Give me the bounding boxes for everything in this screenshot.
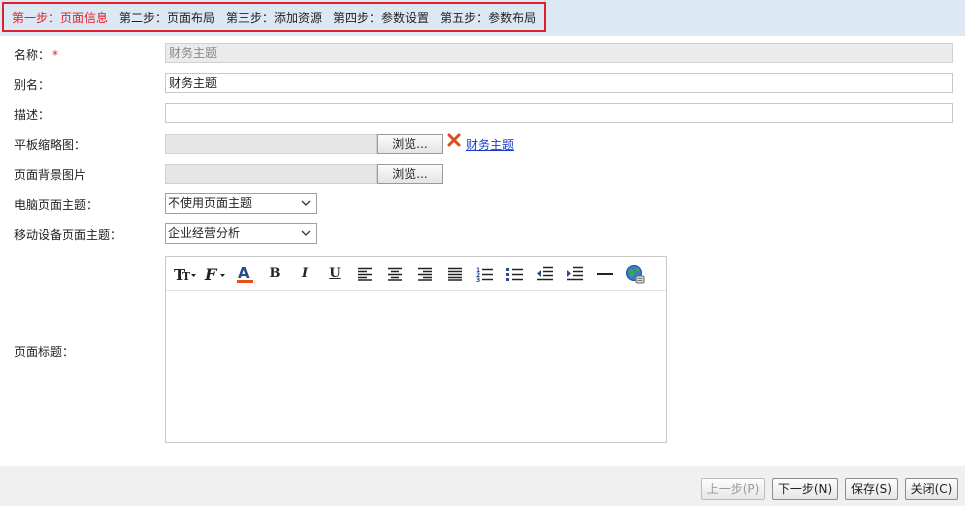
- step-parameter-layout[interactable]: 第五步：参数布局: [440, 9, 536, 26]
- required-mark: *: [52, 48, 59, 62]
- unordered-list-icon[interactable]: [500, 261, 530, 287]
- bold-icon[interactable]: B: [260, 261, 290, 287]
- font-size-icon[interactable]: TT: [170, 261, 200, 287]
- mobile-theme-value: 企业经营分析: [168, 226, 241, 240]
- background-browse-button[interactable]: 浏览...: [377, 164, 443, 184]
- page-title-editor[interactable]: TT F A B I U 123: [165, 256, 667, 443]
- step-parameter-settings[interactable]: 第四步：参数设置: [333, 9, 429, 26]
- save-button[interactable]: 保存(S): [845, 478, 898, 500]
- justify-icon[interactable]: [440, 261, 470, 287]
- page-title-label: 页面标题：: [14, 345, 75, 359]
- name-field: 财务主题: [165, 43, 953, 63]
- font-color-icon[interactable]: A: [230, 261, 260, 287]
- align-right-icon[interactable]: [410, 261, 440, 287]
- thumbnail-file-link[interactable]: 财务主题: [466, 136, 514, 153]
- svg-text:T: T: [182, 270, 191, 283]
- chevron-down-icon: [301, 230, 311, 236]
- description-label: 描述：: [14, 108, 51, 122]
- mobile-theme-select[interactable]: 企业经营分析: [165, 223, 317, 244]
- ordered-list-icon[interactable]: 123: [470, 261, 500, 287]
- svg-text:F: F: [204, 265, 218, 283]
- chevron-down-icon: [301, 200, 311, 206]
- editor-toolbar: TT F A B I U 123: [166, 257, 666, 291]
- step-nav: 第一步：页面信息 第二步：页面布局 第三步：添加资源 第四步：参数设置 第五步：…: [2, 2, 546, 32]
- wizard-header: 第一步：页面信息 第二步：页面布局 第三步：添加资源 第四步：参数设置 第五步：…: [0, 0, 965, 36]
- thumbnail-label: 平板缩略图：: [14, 138, 87, 152]
- underline-icon[interactable]: U: [320, 261, 350, 287]
- mobile-theme-label: 移动设备页面主题：: [14, 228, 123, 242]
- indent-icon[interactable]: [560, 261, 590, 287]
- alias-label: 别名：: [14, 78, 51, 92]
- close-button[interactable]: 关闭(C): [905, 478, 958, 500]
- name-label: 名称： *: [14, 48, 59, 62]
- next-step-button[interactable]: 下一步(N): [772, 478, 838, 500]
- pc-theme-value: 不使用页面主题: [168, 196, 253, 210]
- pc-theme-label: 电脑页面主题：: [14, 198, 99, 212]
- horizontal-rule-icon[interactable]: [590, 261, 620, 287]
- delete-icon[interactable]: [447, 133, 461, 147]
- description-field[interactable]: [165, 103, 953, 123]
- align-center-icon[interactable]: [380, 261, 410, 287]
- outdent-icon[interactable]: [530, 261, 560, 287]
- background-label: 页面背景图片: [14, 168, 87, 182]
- align-left-icon[interactable]: [350, 261, 380, 287]
- background-file-box[interactable]: [165, 164, 377, 184]
- insert-link-icon[interactable]: [620, 261, 650, 287]
- step-page-info[interactable]: 第一步：页面信息: [12, 9, 108, 26]
- step-add-resources[interactable]: 第三步：添加资源: [226, 9, 322, 26]
- alias-field[interactable]: 财务主题: [165, 73, 953, 93]
- italic-icon[interactable]: I: [290, 261, 320, 287]
- thumbnail-file-box[interactable]: [165, 134, 377, 154]
- page-info-form: 名称： * 财务主题 别名： 财务主题 描述： 平板缩略图： 浏览... 财务主题…: [0, 36, 965, 466]
- thumbnail-browse-button[interactable]: 浏览...: [377, 134, 443, 154]
- font-family-icon[interactable]: F: [200, 261, 230, 287]
- svg-text:A: A: [238, 264, 250, 282]
- prev-step-button[interactable]: 上一步(P): [701, 478, 765, 500]
- svg-text:3: 3: [476, 277, 480, 282]
- step-page-layout[interactable]: 第二步：页面布局: [119, 9, 215, 26]
- pc-theme-select[interactable]: 不使用页面主题: [165, 193, 317, 214]
